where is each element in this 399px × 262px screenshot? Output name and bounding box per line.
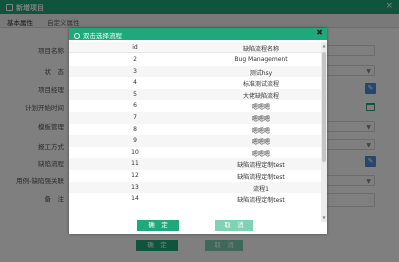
grid-scrollbar[interactable]: ▲ ▼ <box>321 42 327 222</box>
cell-flow-name: 嗯嗯嗯 <box>251 150 270 158</box>
cell-flow-name: 嗯嗯嗯 <box>251 104 270 112</box>
table-row[interactable]: 11 缺陷流程定制test <box>69 158 321 170</box>
cell-id: 4 <box>133 79 137 87</box>
cell-id: 14 <box>131 195 139 203</box>
table-row[interactable]: 2 Bug Management <box>69 54 321 66</box>
table-row[interactable]: 5 大佬缺陷流程 <box>69 88 321 101</box>
table-row[interactable]: 14 缺陷流程定制test <box>69 193 321 205</box>
table-row[interactable]: 9 嗯嗯嗯 <box>69 135 321 147</box>
cell-id: 13 <box>131 183 139 191</box>
column-header-id[interactable]: id <box>69 44 201 51</box>
cell-id: 5 <box>133 90 137 98</box>
cell-flow-name: 嗯嗯嗯 <box>251 139 270 147</box>
cell-flow-name: 嗯嗯嗯 <box>251 127 270 135</box>
flow-icon <box>74 33 80 39</box>
cell-flow-name: 测试hsy <box>249 69 273 77</box>
dialog-ok-button[interactable]: 确 定 <box>137 220 179 231</box>
cell-flow-name: 标准测试流程 <box>242 81 279 89</box>
dialog-close-button[interactable]: ✖ <box>316 28 323 37</box>
cell-id: 6 <box>133 102 137 110</box>
scroll-down-icon[interactable]: ▼ <box>321 215 327 220</box>
cell-flow-name: 大佬缺陷流程 <box>242 92 279 100</box>
cell-flow-name: 缺陷流程定制test <box>237 197 285 205</box>
cell-flow-name: 缺陷流程定制test <box>237 174 285 181</box>
table-row[interactable]: 10 嗯嗯嗯 <box>69 147 321 159</box>
cell-flow-name: 嗯嗯嗯 <box>251 116 270 123</box>
dialog-title-text: 双击选择流程 <box>83 32 122 40</box>
cell-id: 10 <box>131 148 139 156</box>
cell-id: 7 <box>133 114 137 121</box>
cell-id: 11 <box>131 160 139 168</box>
table-row[interactable]: 8 嗯嗯嗯 <box>69 124 321 136</box>
table-row[interactable]: 7 嗯嗯嗯 <box>69 112 321 124</box>
table-row[interactable]: 13 流程1 <box>69 181 321 194</box>
dialog-title: 双击选择流程 <box>74 30 122 40</box>
scroll-up-icon[interactable]: ▲ <box>321 43 327 48</box>
grid-header: id 缺陷流程名称 <box>69 42 321 53</box>
scrollbar-thumb[interactable] <box>322 52 326 162</box>
table-row[interactable]: 12 缺陷流程定制test <box>69 170 321 182</box>
cell-id: 9 <box>133 137 137 145</box>
cell-id: 2 <box>133 56 137 63</box>
cell-flow-name: 流程1 <box>253 185 269 193</box>
table-row[interactable]: 3 测试hsy <box>69 65 321 78</box>
cell-id: 3 <box>133 67 137 75</box>
cell-flow-name: Bug Management <box>234 56 288 63</box>
cell-id: 12 <box>131 172 139 179</box>
column-header-flow-name[interactable]: 缺陷流程名称 <box>201 44 321 53</box>
cell-flow-name: 缺陷流程定制test <box>237 162 285 170</box>
cell-id: 8 <box>133 125 137 133</box>
dialog-cancel-button[interactable]: 取 消 <box>215 220 253 231</box>
table-row[interactable]: 4 标准测试流程 <box>69 77 321 89</box>
table-row[interactable]: 6 嗯嗯嗯 <box>69 100 321 112</box>
select-flow-dialog: 双击选择流程 ✖ id 缺陷流程名称 2 Bug Management 3 测试hsy… <box>69 28 327 234</box>
dialog-header: 双击选择流程 ✖ <box>69 28 327 40</box>
